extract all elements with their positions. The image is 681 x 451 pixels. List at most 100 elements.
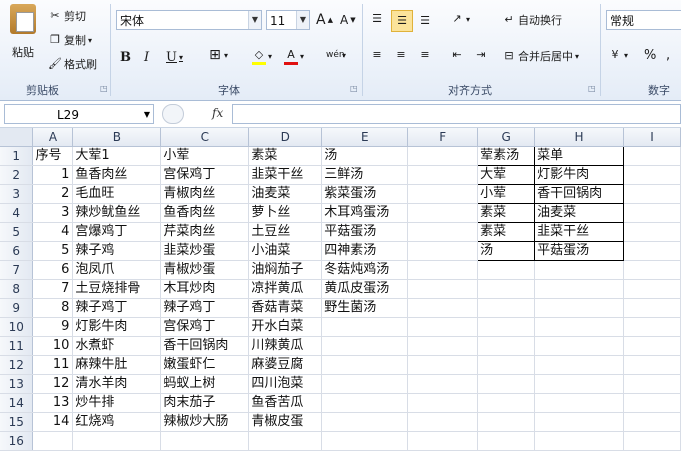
cell-f3[interactable]: [407, 184, 479, 204]
cell-g9[interactable]: [477, 298, 536, 318]
chevron-down-icon[interactable]: ▼: [296, 11, 309, 29]
borders-button[interactable]: ⊞ ▾: [208, 48, 228, 62]
currency-button[interactable]: ¥ ▾: [608, 48, 629, 62]
cell-b12[interactable]: 麻辣牛肚: [72, 355, 162, 375]
cell-c2[interactable]: 宫保鸡丁: [160, 165, 250, 185]
cell-f16[interactable]: [407, 431, 479, 451]
row-header[interactable]: 7: [0, 260, 34, 280]
cell-e2[interactable]: 三鲜汤: [321, 165, 409, 185]
cell-g1[interactable]: 荤素汤: [477, 146, 536, 166]
cell-f8[interactable]: [407, 279, 479, 299]
bold-button[interactable]: B: [120, 50, 131, 65]
orientation-button[interactable]: ↗ ▾: [450, 12, 470, 26]
align-bottom-button[interactable]: ☰: [418, 14, 432, 28]
cell-f12[interactable]: [407, 355, 479, 375]
row-header[interactable]: 12: [0, 355, 34, 375]
cell-d5[interactable]: 土豆丝: [248, 222, 323, 242]
chevron-down-icon[interactable]: ▼: [248, 11, 261, 29]
row-header[interactable]: 11: [0, 336, 34, 356]
cell-e13[interactable]: [321, 374, 409, 394]
column-header-b[interactable]: B: [72, 128, 162, 147]
cell-f14[interactable]: [407, 393, 479, 413]
row-header[interactable]: 16: [0, 431, 34, 451]
cell-g11[interactable]: [477, 336, 536, 356]
row-header[interactable]: 14: [0, 393, 34, 413]
cell-b3[interactable]: 毛血旺: [72, 184, 162, 204]
cell-a11[interactable]: 10: [32, 336, 74, 356]
cell-e14[interactable]: [321, 393, 409, 413]
cell-h1[interactable]: 菜单: [534, 146, 625, 166]
cell-h7[interactable]: [534, 260, 625, 280]
cell-a8[interactable]: 7: [32, 279, 74, 299]
number-format-combo[interactable]: 常规: [606, 10, 681, 30]
cell-h13[interactable]: [534, 374, 625, 394]
font-size-combo[interactable]: 11 ▼: [266, 10, 310, 30]
cell-i10[interactable]: [623, 317, 681, 337]
merge-center-button[interactable]: ⊟ 合并后居中 ▾: [502, 48, 579, 64]
cell-g5[interactable]: 素菜: [477, 222, 536, 242]
row-header[interactable]: 3: [0, 184, 34, 204]
cell-b14[interactable]: 炒牛排: [72, 393, 162, 413]
cell-e10[interactable]: [321, 317, 409, 337]
cell-g13[interactable]: [477, 374, 536, 394]
cell-c11[interactable]: 香干回锅肉: [160, 336, 250, 356]
row-header[interactable]: 4: [0, 203, 34, 223]
cell-f9[interactable]: [407, 298, 479, 318]
cell-e1[interactable]: 汤: [321, 146, 409, 166]
cell-d10[interactable]: 开水白菜: [248, 317, 323, 337]
row-header[interactable]: 13: [0, 374, 34, 394]
cell-i15[interactable]: [623, 412, 681, 432]
font-color-button[interactable]: A ▾: [284, 48, 304, 65]
cell-f6[interactable]: [407, 241, 479, 261]
percent-button[interactable]: %: [644, 48, 656, 63]
cell-e15[interactable]: [321, 412, 409, 432]
cell-h8[interactable]: [534, 279, 625, 299]
row-header[interactable]: 15: [0, 412, 34, 432]
cell-b15[interactable]: 红烧鸡: [72, 412, 162, 432]
cell-i12[interactable]: [623, 355, 681, 375]
cell-e11[interactable]: [321, 336, 409, 356]
cell-g14[interactable]: [477, 393, 536, 413]
cell-a6[interactable]: 5: [32, 241, 74, 261]
cell-b1[interactable]: 大荤1: [72, 146, 162, 166]
cell-h3[interactable]: 香干回锅肉: [534, 184, 625, 204]
column-header-d[interactable]: D: [248, 128, 323, 147]
cell-c13[interactable]: 蚂蚁上树: [160, 374, 250, 394]
column-header-a[interactable]: A: [32, 128, 74, 147]
cell-d1[interactable]: 素菜: [248, 146, 323, 166]
cell-h6[interactable]: 平菇蛋汤: [534, 241, 625, 261]
copy-button[interactable]: ❐ 复制 ▾: [48, 32, 92, 48]
cell-b8[interactable]: 土豆烧排骨: [72, 279, 162, 299]
cell-a3[interactable]: 2: [32, 184, 74, 204]
cell-f7[interactable]: [407, 260, 479, 280]
cell-i6[interactable]: [623, 241, 681, 261]
chevron-down-icon[interactable]: ▾: [224, 51, 228, 60]
cell-i2[interactable]: [623, 165, 681, 185]
cell-a1[interactable]: 序号: [32, 146, 74, 166]
cell-e8[interactable]: 黄瓜皮蛋汤: [321, 279, 409, 299]
cell-d6[interactable]: 小油菜: [248, 241, 323, 261]
phonetic-button[interactable]: wén ▾: [326, 48, 346, 62]
column-header-f[interactable]: F: [407, 128, 479, 147]
chevron-down-icon[interactable]: ▾: [575, 52, 579, 61]
cell-c3[interactable]: 青椒肉丝: [160, 184, 250, 204]
cell-i4[interactable]: [623, 203, 681, 223]
cell-d4[interactable]: 萝卜丝: [248, 203, 323, 223]
row-header[interactable]: 1: [0, 146, 34, 166]
cell-a4[interactable]: 3: [32, 203, 74, 223]
cell-h14[interactable]: [534, 393, 625, 413]
chevron-down-icon[interactable]: ▾: [624, 51, 628, 60]
column-header-h[interactable]: H: [534, 128, 625, 147]
grow-font-button[interactable]: A ▲: [316, 12, 333, 28]
cell-e12[interactable]: [321, 355, 409, 375]
name-box[interactable]: L29 ▼: [4, 104, 154, 124]
cell-a7[interactable]: 6: [32, 260, 74, 280]
column-header-g[interactable]: G: [477, 128, 536, 147]
chevron-down-icon[interactable]: ▾: [300, 52, 304, 61]
cell-f4[interactable]: [407, 203, 479, 223]
cell-b4[interactable]: 辣炒鱿鱼丝: [72, 203, 162, 223]
cell-b9[interactable]: 辣子鸡丁: [72, 298, 162, 318]
shrink-font-button[interactable]: A ▼: [340, 13, 356, 27]
comma-button[interactable]: ,: [666, 48, 670, 63]
increase-indent-button[interactable]: ⇥: [474, 48, 488, 62]
